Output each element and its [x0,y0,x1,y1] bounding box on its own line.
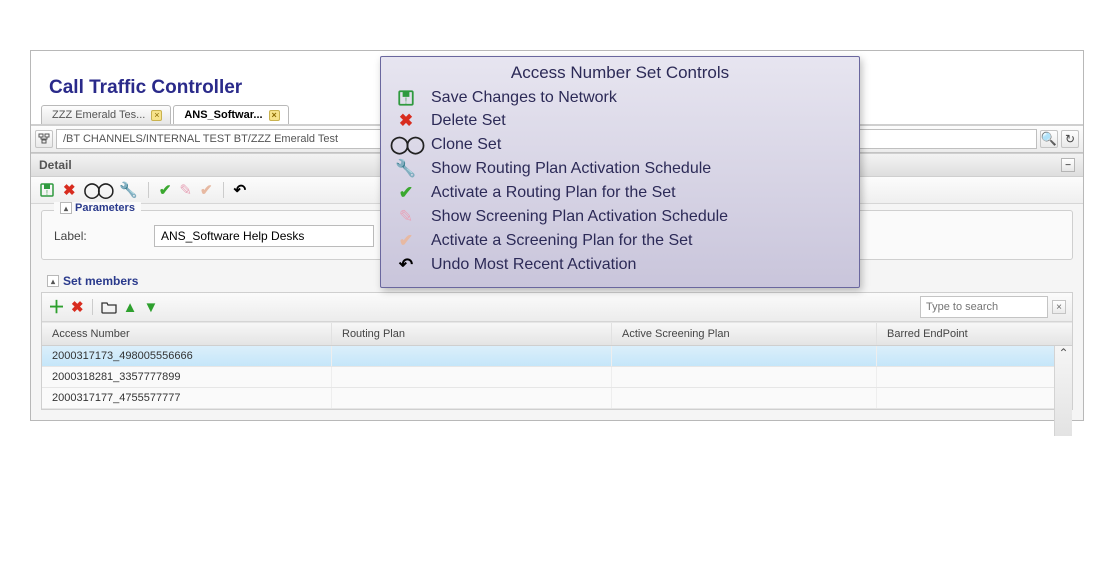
grid-header: Access Number Routing Plan Active Screen… [42,322,1072,346]
cell-routing [332,346,612,366]
svg-text:!: ! [405,97,407,106]
legend-item: ↶ Undo Most Recent Activation [395,253,845,277]
col-access-number[interactable]: Access Number [42,323,332,345]
legend-item: ✎ Show Screening Plan Activation Schedul… [395,205,845,229]
cell-routing [332,388,612,408]
delete-icon[interactable]: ✖ [63,183,76,198]
legend-item: 🔧 Show Routing Plan Activation Schedule [395,157,845,181]
grid-body: 2000317173_498005556666 2000318281_33577… [42,346,1072,409]
search-input[interactable] [924,298,1044,316]
table-row[interactable]: 2000318281_3357777899 [42,367,1072,388]
cell-barred [877,388,1072,408]
tree-nav-icon[interactable] [35,130,53,148]
check-icon[interactable]: ✔ [159,183,172,198]
legend-label: Save Changes to Network [431,89,617,107]
separator [92,299,93,315]
close-icon[interactable]: × [151,110,162,121]
legend-item: ◯◯ Clone Set [395,133,845,157]
legend-label: Activate a Screening Plan for the Set [431,232,692,250]
col-barred-endpoint[interactable]: Barred EndPoint [877,323,1072,345]
col-routing-plan[interactable]: Routing Plan [332,323,612,345]
legend-item: ✖ Delete Set [395,109,845,133]
cell-access: 2000317173_498005556666 [42,346,332,366]
cell-screening [612,346,877,366]
pin-icon[interactable]: ✎ [179,183,192,198]
search-box[interactable] [920,296,1048,318]
tab-label: ZZZ Emerald Tes... [52,109,145,121]
popup-title: Access Number Set Controls [395,63,845,83]
search-icon[interactable]: 🔍 [1040,130,1058,148]
check-icon: ✔ [395,183,417,203]
delete-icon: ✖ [395,111,417,131]
lightcheck-icon: ✔ [395,231,417,251]
table-row[interactable]: 2000317173_498005556666 [42,346,1072,367]
cell-screening [612,388,877,408]
save-icon: ! [395,89,417,107]
cell-barred [877,346,1072,366]
parameters-legend: ▴ Parameters [54,202,141,214]
save-icon[interactable]: ! [39,182,55,198]
table-row[interactable]: 2000317177_4755577777 [42,388,1072,409]
cell-routing [332,367,612,387]
toggle-icon[interactable]: ▴ [47,275,59,287]
clear-search-icon[interactable]: × [1052,300,1066,314]
move-down-icon[interactable]: ▼ [143,300,158,315]
separator [223,182,224,198]
move-up-icon[interactable]: ▲ [123,300,138,315]
wrench-icon: 🔧 [395,159,417,179]
undo-icon[interactable]: ↶ [234,183,247,198]
folder-icon[interactable] [101,300,117,314]
legend-item: ! Save Changes to Network [395,87,845,109]
separator [148,182,149,198]
legend-label: Show Routing Plan Activation Schedule [431,160,711,178]
close-icon[interactable]: × [269,110,280,121]
add-icon[interactable]: ＋ [48,299,65,316]
legend-label: Undo Most Recent Activation [431,256,636,274]
wrench-icon[interactable]: 🔧 [119,183,138,198]
remove-icon[interactable]: ✖ [71,300,84,315]
tab-ans-software[interactable]: ANS_Softwar... × [173,105,288,124]
refresh-icon[interactable]: ↻ [1061,130,1079,148]
pin-icon: ✎ [395,207,417,227]
lightcheck-icon[interactable]: ✔ [200,183,213,198]
legend-label: Clone Set [431,136,501,154]
col-screening-plan[interactable]: Active Screening Plan [612,323,877,345]
controls-legend-popup: Access Number Set Controls ! Save Change… [380,56,860,288]
cell-access: 2000318281_3357777899 [42,367,332,387]
cell-screening [612,367,877,387]
scrollbar[interactable]: ⌃ [1054,346,1072,436]
legend-label: Show Screening Plan Activation Schedule [431,208,728,226]
svg-text:!: ! [46,190,48,197]
members-toolbar: ＋ ✖ ▲ ▼ × [42,293,1072,322]
legend-item: ✔ Activate a Screening Plan for the Set [395,229,845,253]
legend-item: ✔ Activate a Routing Plan for the Set [395,181,845,205]
tab-emerald[interactable]: ZZZ Emerald Tes... × [41,105,171,124]
undo-icon: ↶ [395,255,417,275]
parameters-legend-text: Parameters [75,202,135,214]
clone-icon: ◯◯ [395,135,417,155]
label-caption: Label: [54,229,124,243]
detail-header-label: Detail [39,158,72,172]
members-box: ＋ ✖ ▲ ▼ × Access Number Routing Plan Act… [41,292,1073,410]
collapse-icon[interactable]: − [1061,158,1075,172]
tab-label: ANS_Softwar... [184,109,262,121]
label-input[interactable] [154,225,374,247]
toggle-icon[interactable]: ▴ [60,202,72,214]
legend-label: Activate a Routing Plan for the Set [431,184,676,202]
clone-icon[interactable]: ◯◯ [84,183,112,198]
cell-barred [877,367,1072,387]
legend-label: Delete Set [431,112,506,130]
members-legend-text: Set members [63,274,138,288]
cell-access: 2000317177_4755577777 [42,388,332,408]
